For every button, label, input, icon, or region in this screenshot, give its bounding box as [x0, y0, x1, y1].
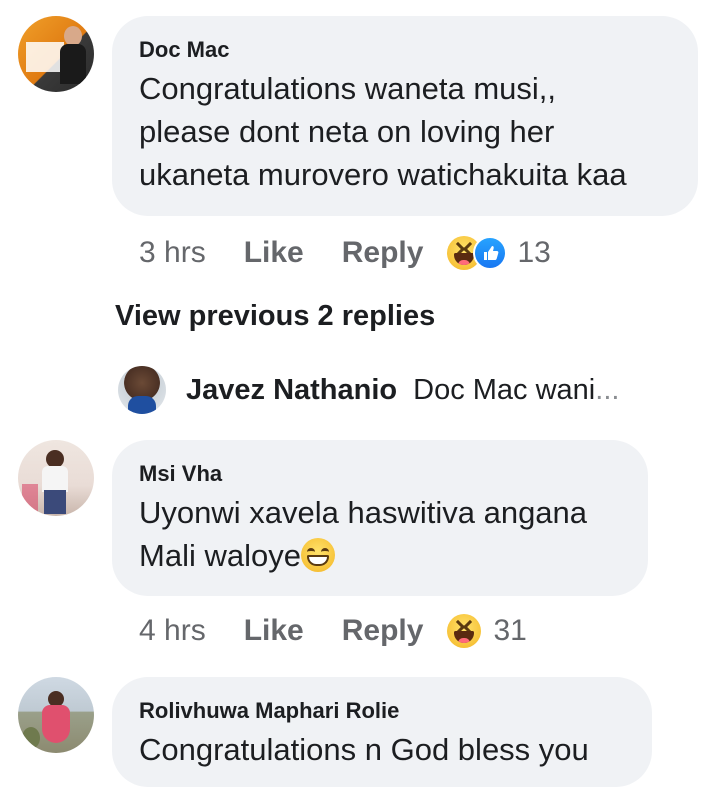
- reply-preview[interactable]: Javez Nathanio Doc Mac wani...: [118, 366, 619, 414]
- reaction-count: 13: [517, 236, 551, 269]
- reply-preview-ellipsis: ...: [595, 373, 620, 406]
- comment-meta: 4 hrs Like Reply 31: [139, 611, 527, 651]
- avatar-doc-mac[interactable]: [18, 16, 94, 92]
- like-icon: [473, 236, 508, 270]
- comment-time: 3 hrs: [139, 236, 206, 269]
- comment-text-line-with-emoji: Mali waloye: [139, 534, 335, 577]
- reply-author[interactable]: Javez Nathanio: [186, 374, 397, 407]
- reactions-summary[interactable]: 13: [447, 236, 551, 270]
- grinning-emoji-icon: [300, 538, 335, 572]
- like-button[interactable]: Like: [244, 614, 304, 648]
- comment-author[interactable]: Rolivhuwa Maphari Rolie: [139, 698, 399, 724]
- avatar-msi-vha[interactable]: [18, 440, 94, 516]
- reply-button[interactable]: Reply: [342, 236, 424, 270]
- reply-preview-text: Doc Mac wani: [413, 373, 596, 406]
- comment-author[interactable]: Doc Mac: [139, 37, 229, 63]
- reply-button[interactable]: Reply: [342, 614, 424, 648]
- avatar-javez-nathanio[interactable]: [118, 366, 166, 414]
- comment-text-line: Mali waloye: [139, 538, 301, 573]
- comment-meta: 3 hrs Like Reply 13: [139, 233, 551, 273]
- haha-icon: [447, 614, 482, 648]
- like-button[interactable]: Like: [244, 236, 304, 270]
- comment-text-line: Uyonwi xavela haswitiva angana: [139, 495, 588, 530]
- comment-author[interactable]: Msi Vha: [139, 461, 222, 487]
- reactions-summary[interactable]: 31: [447, 614, 527, 648]
- reaction-count: 31: [493, 614, 527, 647]
- comment-time: 4 hrs: [139, 614, 206, 647]
- comment-text-line: ukaneta murovero watichakuita kaa: [139, 157, 627, 192]
- comment-text-line: Congratulations n God bless you: [139, 732, 589, 767]
- comment-text-line: Congratulations waneta musi,,: [139, 71, 557, 106]
- comment-text-line: please dont neta on loving her: [139, 114, 555, 149]
- view-previous-replies-link[interactable]: View previous 2 replies: [115, 300, 435, 333]
- avatar-rolivhuwa-maphari-rolie[interactable]: [18, 677, 94, 753]
